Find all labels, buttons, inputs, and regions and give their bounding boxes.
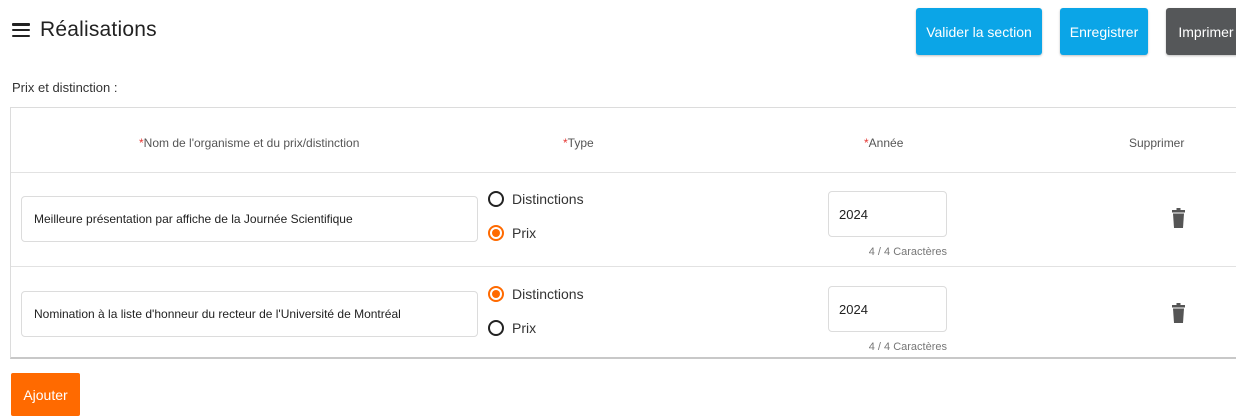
radio-button-icon[interactable]	[488, 320, 504, 336]
column-header-year-label: Année	[868, 136, 904, 150]
table-row: Meilleure présentation par affiche de la…	[11, 172, 1236, 267]
table-header: *Nom de l'organisme et du prix/distincti…	[11, 108, 1236, 173]
radio-button-icon[interactable]	[488, 191, 504, 207]
table-row: Nomination à la liste d'honneur du recte…	[11, 267, 1236, 361]
page-header: Réalisations	[12, 18, 157, 42]
year-input[interactable]: 2024	[828, 286, 947, 332]
trash-icon[interactable]	[1172, 303, 1185, 323]
radio-button-icon[interactable]	[488, 225, 504, 241]
column-header-delete: Supprimer	[1129, 136, 1185, 150]
page-title: Réalisations	[40, 18, 157, 41]
type-radio-distinctions[interactable]: Distinctions	[488, 191, 584, 207]
add-button[interactable]: Ajouter	[11, 373, 80, 416]
radio-label: Distinctions	[512, 286, 584, 302]
column-header-type-label: Type	[567, 136, 594, 150]
save-button[interactable]: Enregistrer	[1060, 8, 1148, 55]
char-counter: 4 / 4 Caractères	[868, 341, 947, 353]
radio-label: Distinctions	[512, 191, 584, 207]
award-name-input[interactable]: Nomination à la liste d'honneur du recte…	[21, 291, 478, 337]
radio-button-icon[interactable]	[488, 286, 504, 302]
radio-label: Prix	[512, 225, 537, 241]
section-label: Prix et distinction :	[12, 80, 118, 95]
type-radio-prix[interactable]: Prix	[488, 320, 536, 336]
print-button[interactable]: Imprimer	[1166, 8, 1236, 55]
awards-table: *Nom de l'organisme et du prix/distincti…	[10, 107, 1236, 359]
type-radio-distinctions[interactable]: Distinctions	[488, 286, 584, 302]
radio-label: Prix	[512, 320, 537, 336]
column-header-name-label: Nom de l'organisme et du prix/distinctio…	[143, 136, 360, 150]
column-header-type: *Type	[563, 136, 594, 150]
column-header-year: *Année	[864, 136, 903, 150]
column-header-name: *Nom de l'organisme et du prix/distincti…	[139, 136, 359, 150]
validate-section-button[interactable]: Valider la section	[916, 8, 1042, 55]
type-radio-prix[interactable]: Prix	[488, 225, 536, 241]
award-name-input[interactable]: Meilleure présentation par affiche de la…	[21, 196, 478, 242]
trash-icon[interactable]	[1172, 208, 1185, 228]
hamburger-menu-icon[interactable]	[12, 23, 30, 37]
char-counter: 4 / 4 Caractères	[868, 246, 947, 258]
year-input[interactable]: 2024	[828, 191, 947, 237]
